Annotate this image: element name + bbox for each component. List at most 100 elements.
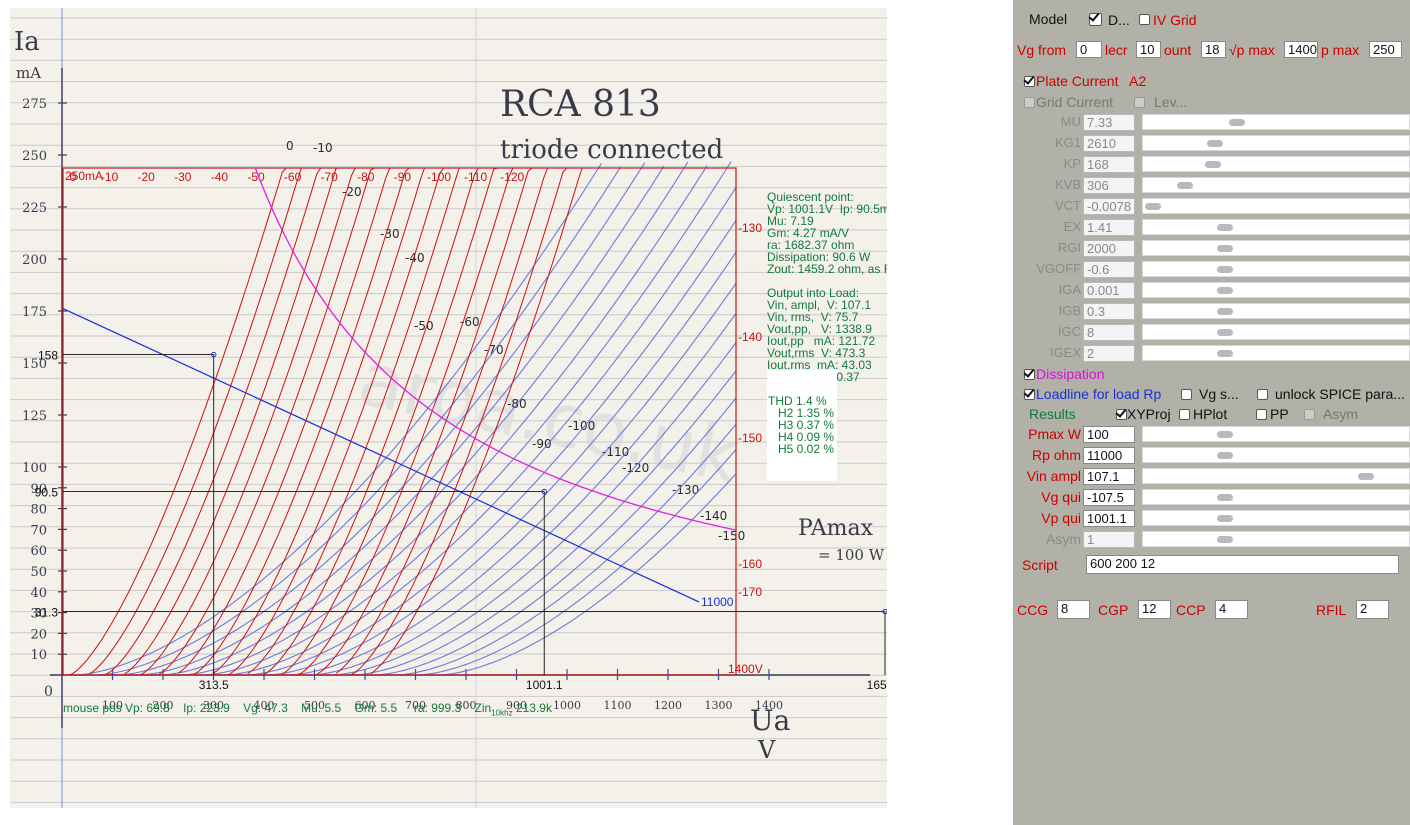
- slider-thumb[interactable]: [1216, 431, 1233, 438]
- unlock-spice-label: unlock SPICE para...: [1275, 386, 1405, 402]
- d-checkbox[interactable]: [1089, 13, 1102, 26]
- param-slider-mu[interactable]: [1142, 114, 1410, 130]
- ccg-input[interactable]: 8: [1057, 600, 1090, 619]
- param-slider-kvb[interactable]: [1142, 177, 1410, 193]
- param-slider-kg1[interactable]: [1142, 135, 1410, 151]
- op-label-vp-qui: Vp qui: [1041, 510, 1081, 526]
- hand-y-tick-label: 125: [22, 409, 47, 424]
- lev-checkbox[interactable]: [1134, 97, 1145, 108]
- op-input-rp-ohm[interactable]: 11000: [1083, 447, 1135, 464]
- grid-current-label: Grid Current: [1036, 94, 1114, 110]
- op-label-pmax-w: Pmax W: [1028, 426, 1081, 442]
- slider-thumb[interactable]: [1216, 287, 1233, 294]
- op-input-vg-qui[interactable]: -107.5: [1083, 489, 1135, 506]
- param-slider-rgi[interactable]: [1142, 240, 1410, 256]
- hand-y-tick-label: 50: [30, 565, 47, 580]
- slider-thumb[interactable]: [1177, 182, 1194, 189]
- script-input[interactable]: 600 200 12: [1086, 555, 1399, 574]
- slider-thumb[interactable]: [1229, 119, 1246, 126]
- mouse-zin-sub: 10khz: [491, 708, 513, 718]
- slider-thumb[interactable]: [1216, 350, 1233, 357]
- ccp-input[interactable]: 4: [1215, 600, 1248, 619]
- a2-label: A2: [1129, 73, 1147, 89]
- slider-thumb[interactable]: [1216, 224, 1233, 231]
- sheet-title: RCA 813: [500, 84, 661, 125]
- hplot-checkbox[interactable]: [1179, 409, 1190, 420]
- param-slider-vgoff[interactable]: [1142, 261, 1410, 277]
- slider-thumb[interactable]: [1216, 308, 1233, 315]
- param-input-kp[interactable]: 168: [1083, 156, 1135, 173]
- op-slider-vg-qui[interactable]: [1142, 489, 1410, 505]
- op-slider-rp-ohm[interactable]: [1142, 447, 1410, 463]
- param-input-iga[interactable]: 0.001: [1083, 282, 1135, 299]
- op-input-asym[interactable]: 1: [1083, 531, 1135, 548]
- hand-y-tick-label: 70: [30, 523, 47, 538]
- grid-current-checkbox[interactable]: [1024, 97, 1035, 108]
- param-input-rgi[interactable]: 2000: [1083, 240, 1135, 257]
- vp-max-input[interactable]: 1400: [1284, 41, 1318, 58]
- rfil-input[interactable]: 2: [1356, 600, 1389, 619]
- count-input[interactable]: 18: [1201, 41, 1226, 58]
- slider-thumb[interactable]: [1216, 515, 1233, 522]
- graph-paper[interactable]: RCA 813 triode connected Ia mA Ua V PAmax = 100…: [10, 8, 887, 808]
- pp-checkbox[interactable]: [1256, 409, 1267, 420]
- vg-s-checkbox[interactable]: [1181, 389, 1192, 400]
- slider-thumb[interactable]: [1216, 245, 1233, 252]
- param-slider-igex[interactable]: [1142, 345, 1410, 361]
- param-input-igb[interactable]: 0.3: [1083, 303, 1135, 320]
- cgp-label: CGP: [1098, 602, 1129, 618]
- dissipation-label: Dissipation: [1036, 366, 1105, 382]
- op-slider-vp-qui[interactable]: [1142, 510, 1410, 526]
- slider-thumb[interactable]: [1145, 203, 1161, 210]
- op-slider-asym[interactable]: [1142, 531, 1410, 547]
- slider-thumb[interactable]: [1216, 266, 1233, 273]
- param-slider-iga[interactable]: [1142, 282, 1410, 298]
- slider-thumb[interactable]: [1216, 329, 1233, 336]
- iv-grid-checkbox[interactable]: [1139, 14, 1150, 25]
- vg-from-input[interactable]: 0: [1076, 41, 1102, 58]
- param-slider-kp[interactable]: [1142, 156, 1410, 172]
- load-line-label: 11000: [701, 595, 734, 609]
- param-slider-igc[interactable]: [1142, 324, 1410, 340]
- op-input-vp-qui[interactable]: 1001.1: [1083, 510, 1135, 527]
- param-label-igc: IGC: [1057, 324, 1081, 339]
- op-slider-vin-ampl[interactable]: [1142, 468, 1410, 484]
- op-slider-pmax-w[interactable]: [1142, 426, 1410, 442]
- param-label-kg1: KG1: [1054, 135, 1081, 150]
- param-input-vct[interactable]: -0.0078: [1083, 198, 1135, 215]
- hand-y-tick-label: 100: [22, 461, 47, 476]
- slider-thumb[interactable]: [1216, 494, 1233, 501]
- decr-input[interactable]: 10: [1136, 41, 1161, 58]
- param-input-mu[interactable]: 7.33: [1083, 114, 1135, 131]
- param-input-ex[interactable]: 1.41: [1083, 219, 1135, 236]
- param-slider-vct[interactable]: [1142, 198, 1410, 214]
- param-input-vgoff[interactable]: -0.6: [1083, 261, 1135, 278]
- ip-max-input[interactable]: 250: [1369, 41, 1402, 58]
- param-input-kvb[interactable]: 306: [1083, 177, 1135, 194]
- slider-thumb[interactable]: [1216, 452, 1233, 459]
- param-label-igb: IGB: [1058, 303, 1081, 318]
- loadline-checkbox[interactable]: [1024, 389, 1035, 400]
- tube-curve-plot[interactable]: RCA 813triode connectedIamAUaVPAmax= 100…: [10, 8, 887, 808]
- plate-current-checkbox[interactable]: [1024, 76, 1035, 87]
- param-input-igex[interactable]: 2: [1083, 345, 1135, 362]
- y-axis-unit: mA: [16, 64, 41, 82]
- xyproj-checkbox[interactable]: [1116, 409, 1127, 420]
- cgp-input[interactable]: 12: [1138, 600, 1171, 619]
- param-slider-ex[interactable]: [1142, 219, 1410, 235]
- param-input-kg1[interactable]: 2610: [1083, 135, 1135, 152]
- asym-checkbox[interactable]: [1304, 409, 1315, 420]
- op-input-vin-ampl[interactable]: 107.1: [1083, 468, 1135, 485]
- slider-thumb[interactable]: [1216, 536, 1233, 543]
- dissipation-checkbox[interactable]: [1024, 369, 1035, 380]
- param-input-igc[interactable]: 8: [1083, 324, 1135, 341]
- ccp-label: CCP: [1176, 602, 1206, 618]
- unlock-spice-checkbox[interactable]: [1257, 389, 1268, 400]
- op-input-pmax-w[interactable]: 100: [1083, 426, 1135, 443]
- plate-current-label: Plate Current: [1036, 73, 1119, 89]
- slider-thumb[interactable]: [1204, 161, 1221, 168]
- slider-thumb[interactable]: [1207, 140, 1223, 147]
- param-slider-igb[interactable]: [1142, 303, 1410, 319]
- slider-thumb[interactable]: [1358, 473, 1375, 480]
- hand-curve-label: -110: [602, 445, 629, 459]
